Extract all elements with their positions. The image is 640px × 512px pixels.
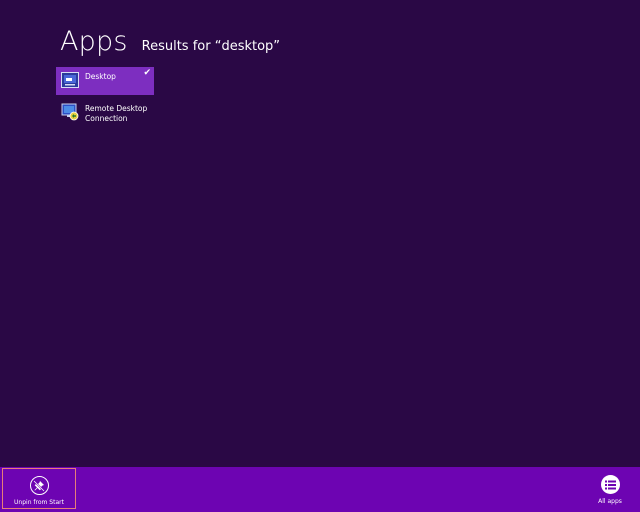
results-label: Results for “desktop” (141, 39, 281, 54)
unpin-icon (29, 476, 49, 495)
result-label: Desktop (85, 72, 116, 81)
app-bar: Unpin from Start All apps (0, 467, 640, 512)
unpin-label: Unpin from Start (14, 499, 64, 506)
result-label: Remote Desktop Connection (85, 104, 147, 124)
unpin-from-start-button[interactable]: Unpin from Start (2, 468, 76, 509)
remote-desktop-icon (60, 102, 80, 122)
page-title: Apps (60, 26, 128, 57)
result-label-line-1: Remote Desktop (85, 104, 148, 113)
list-icon (600, 475, 620, 494)
all-apps-label: All apps (598, 498, 622, 505)
result-tile-desktop[interactable]: Desktop ✔ (56, 67, 154, 95)
desktop-icon (60, 70, 80, 90)
all-apps-button[interactable]: All apps (588, 468, 632, 509)
selected-check-icon: ✔ (143, 68, 151, 78)
search-header: Apps Results for “desktop” (60, 26, 280, 57)
result-label-line-2: Connection (85, 114, 128, 123)
result-tile-remote-desktop[interactable]: Remote Desktop Connection (56, 99, 154, 129)
